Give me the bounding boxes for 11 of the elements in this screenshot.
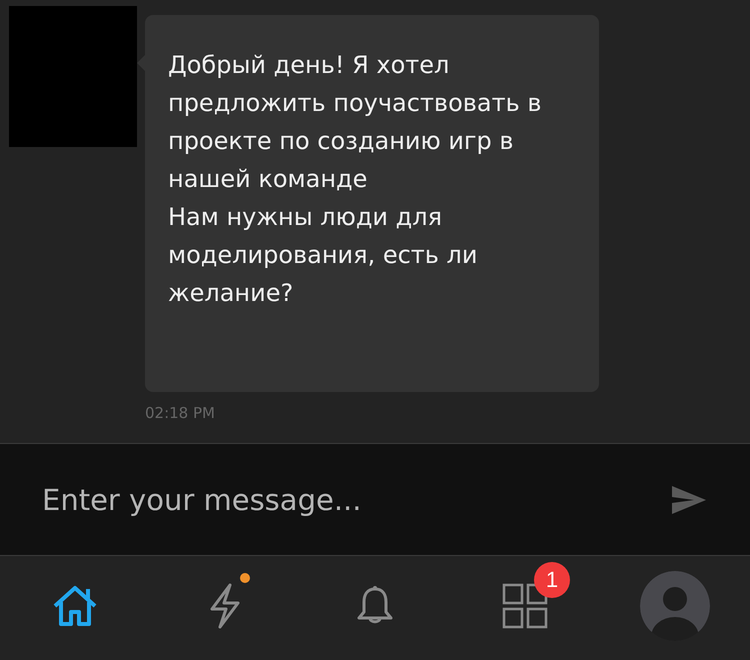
message-time: 02:18 PM xyxy=(145,404,216,422)
count-badge: 1 xyxy=(534,562,570,598)
message-composer[interactable]: Enter your message... xyxy=(0,444,750,556)
message-text: Добрый день! Я хотел предложить поучаствовать в проекте по созданию игр в нашей команде Нам нужны люди для моделирования, есть ли желание? xyxy=(168,50,542,309)
lightning-icon xyxy=(208,583,242,629)
profile-avatar-icon xyxy=(640,571,710,641)
grid-icon xyxy=(502,583,548,629)
home-icon xyxy=(51,585,99,627)
nav-tab[interactable]: 1 xyxy=(450,556,600,659)
message-input-field[interactable]: Enter your message... xyxy=(42,482,672,516)
send-icon[interactable] xyxy=(672,486,706,514)
